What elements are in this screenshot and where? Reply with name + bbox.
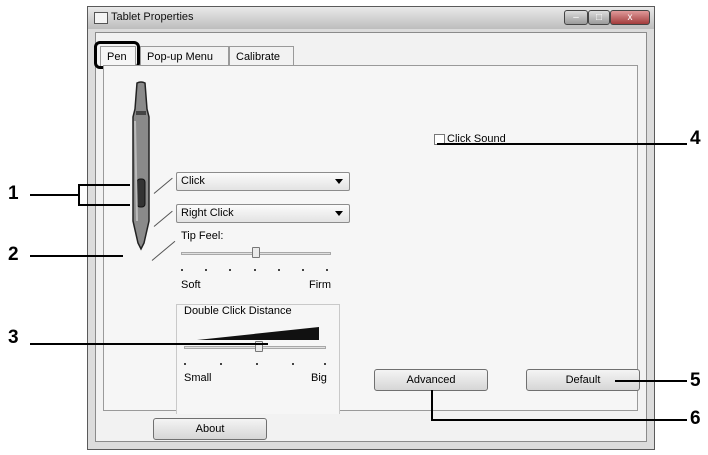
callout-1-bracket bbox=[78, 184, 80, 206]
tip-feel-min-label: Soft bbox=[181, 279, 201, 291]
double-click-min-label: Small bbox=[184, 372, 212, 384]
tick bbox=[278, 269, 280, 271]
tick bbox=[256, 363, 258, 365]
tick bbox=[220, 363, 222, 365]
tick bbox=[181, 269, 183, 271]
pen-illustration bbox=[132, 81, 150, 251]
tab-popup-menu[interactable]: Pop-up Menu bbox=[140, 46, 229, 66]
callout-4-line bbox=[437, 143, 687, 145]
tick bbox=[292, 363, 294, 365]
callout-5: 5 bbox=[690, 370, 701, 391]
callout-1-line bbox=[30, 194, 78, 196]
lower-button-select[interactable]: Right Click bbox=[176, 204, 350, 223]
callout-2: 2 bbox=[8, 244, 19, 265]
callout-1: 1 bbox=[8, 183, 19, 204]
tablet-properties-window: Tablet Properties – □ x Pen Pop-up Menu … bbox=[87, 6, 655, 450]
tick bbox=[324, 363, 326, 365]
chevron-down-icon bbox=[335, 179, 343, 184]
tab-calibrate[interactable]: Calibrate bbox=[229, 46, 294, 66]
tip-feel-max-label: Firm bbox=[309, 279, 331, 291]
window-title: Tablet Properties bbox=[111, 11, 194, 23]
callout-6-line bbox=[431, 419, 687, 421]
callout-5-line bbox=[615, 380, 687, 382]
tick bbox=[254, 269, 256, 271]
upper-button-value: Click bbox=[181, 175, 205, 187]
tick bbox=[326, 269, 328, 271]
double-click-group: Double Click Distance Small Big bbox=[176, 304, 340, 414]
advanced-button[interactable]: Advanced bbox=[374, 369, 488, 391]
callout-3-line bbox=[30, 343, 268, 345]
callout-1-bracket-bottom bbox=[78, 204, 130, 206]
tick bbox=[302, 269, 304, 271]
double-click-label: Double Click Distance bbox=[184, 305, 292, 317]
tick bbox=[205, 269, 207, 271]
minimize-button[interactable]: – bbox=[564, 10, 588, 25]
tick bbox=[229, 269, 231, 271]
lower-button-value: Right Click bbox=[181, 207, 234, 219]
tip-feel-slider[interactable] bbox=[252, 247, 260, 258]
chevron-down-icon bbox=[335, 211, 343, 216]
callout-6: 6 bbox=[690, 408, 701, 429]
callout-3: 3 bbox=[8, 327, 19, 348]
callout-2-line bbox=[30, 255, 123, 257]
callout-1-bracket-top bbox=[78, 184, 130, 186]
double-click-max-label: Big bbox=[311, 372, 327, 384]
maximize-button[interactable]: □ bbox=[588, 10, 610, 25]
tip-feel-label: Tip Feel: bbox=[181, 230, 224, 242]
pen-settings-panel: Click Right Click Tip Feel: Soft Firm Do… bbox=[103, 65, 640, 414]
app-icon bbox=[94, 12, 108, 24]
window-body: Pen Pop-up Menu Calibrate Click Right Cl… bbox=[94, 32, 647, 442]
upper-button-select[interactable]: Click bbox=[176, 172, 350, 191]
tick bbox=[184, 363, 186, 365]
close-button[interactable]: x bbox=[610, 10, 650, 25]
callout-4: 4 bbox=[690, 128, 701, 149]
about-button[interactable]: About bbox=[153, 418, 267, 440]
callout-6-vertical bbox=[431, 390, 433, 420]
distance-ramp-graphic bbox=[197, 327, 319, 340]
title-bar[interactable]: Tablet Properties – □ x bbox=[88, 7, 654, 29]
